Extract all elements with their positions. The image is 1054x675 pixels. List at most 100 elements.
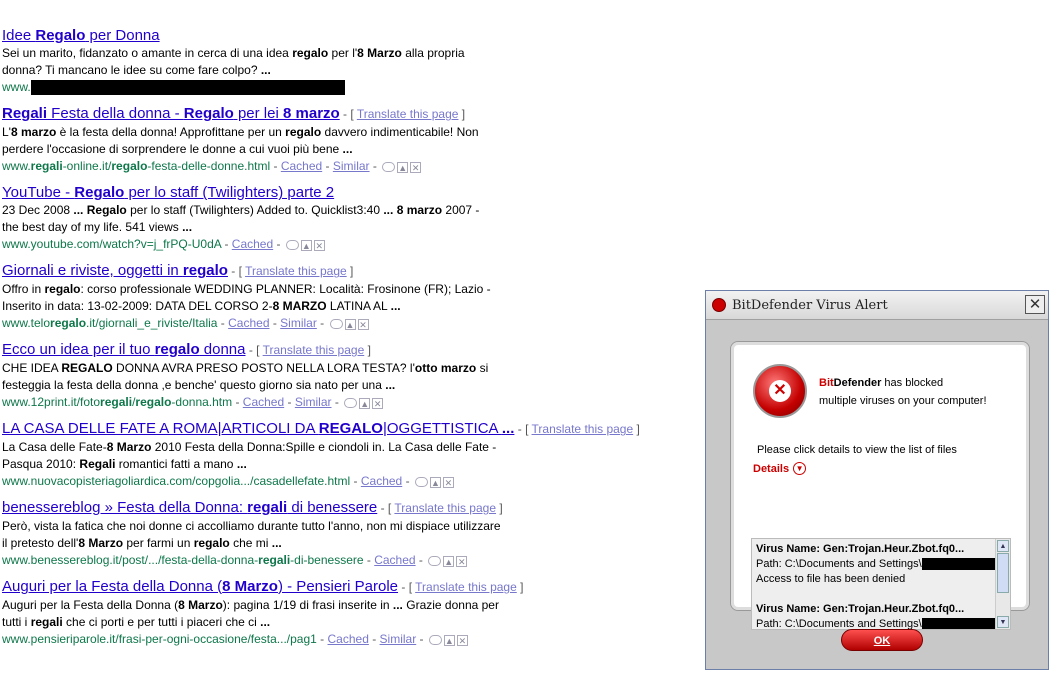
result-title-link[interactable]: Idee Regalo per Donna: [2, 27, 160, 44]
result-title-link[interactable]: benessereblog » Festa della Donna: regal…: [2, 499, 377, 516]
scroll-thumb[interactable]: [997, 553, 1009, 593]
text-run: www.telo: [2, 316, 51, 331]
promote-icon[interactable]: ▲: [359, 397, 371, 409]
comment-icon[interactable]: [329, 319, 343, 330]
text-run: Auguri per la Festa della Donna (: [2, 598, 179, 613]
result-snippet-line: Offro in regalo: corso professionale WED…: [2, 281, 702, 298]
link-cached[interactable]: Cached: [243, 395, 284, 409]
result-url: www.12print.it/fotoregali/regalo-donna.h…: [2, 395, 384, 410]
search-result: Auguri per la Festa della Donna (8 Marzo…: [2, 577, 702, 647]
search-result: Idee Regalo per Donna Sei un marito, fida…: [2, 26, 702, 96]
text-run: Festa della donna -: [47, 105, 184, 123]
text-run: -festa-delle-donne.html: [147, 159, 271, 174]
text-run: 2007 -: [442, 203, 480, 218]
link-similar[interactable]: Similar: [280, 316, 317, 330]
comment-icon[interactable]: [428, 556, 442, 567]
link-cached[interactable]: Cached: [374, 553, 415, 567]
comment-icon[interactable]: [285, 240, 299, 251]
translate-link[interactable]: Translate this page: [415, 580, 517, 594]
result-snippet-line: Sei un marito, fidanzato o amante in cer…: [2, 45, 702, 62]
link-cached[interactable]: Cached: [361, 474, 402, 488]
link-similar[interactable]: Similar: [295, 395, 332, 409]
highlight-term: regalo: [182, 262, 228, 280]
remove-icon[interactable]: ✕: [410, 161, 422, 173]
text-run: per farmi un: [123, 536, 194, 551]
link-cached[interactable]: Cached: [281, 159, 322, 173]
promote-icon[interactable]: ▲: [443, 555, 455, 567]
result-snippet-line: donna? Ti mancano le idee su come fare c…: [2, 62, 702, 79]
link-cached[interactable]: Cached: [328, 632, 369, 646]
translate-link[interactable]: Translate this page: [532, 422, 634, 436]
text-run: è la festa della donna! Approfittane per…: [56, 125, 286, 140]
text-run: davvero indimenticabile! Non: [321, 125, 479, 140]
ok-button[interactable]: OK: [841, 629, 923, 651]
comment-icon[interactable]: [414, 477, 428, 488]
promote-icon[interactable]: ▲: [429, 476, 441, 488]
result-title-link[interactable]: LA CASA DELLE FATE A ROMA|ARTICOLI DA RE…: [2, 420, 514, 437]
link-cached[interactable]: Cached: [232, 237, 273, 251]
remove-icon[interactable]: ✕: [442, 476, 454, 488]
virus-list[interactable]: Virus Name: Gen:Trojan.Heur.Zbot.fq0... …: [751, 538, 1011, 630]
comment-icon[interactable]: [428, 635, 442, 646]
highlight-term: regalo: [285, 125, 322, 140]
promote-icon[interactable]: ▲: [344, 318, 356, 330]
result-snippet-line: perdere l'occasione di sorprendere le do…: [2, 141, 702, 158]
translate-link[interactable]: Translate this page: [394, 501, 496, 515]
comment-icon[interactable]: [344, 398, 358, 409]
result-title-link[interactable]: YouTube - Regalo per lo staff (Twilighte…: [2, 184, 334, 201]
highlight-term: regalo: [292, 46, 329, 60]
text-run: Pasqua 2010:: [2, 457, 80, 472]
details-hint: Please click details to view the list of…: [757, 444, 957, 456]
text-run: www.benessereblog.it/post/.../festa-dell…: [2, 553, 259, 568]
scroll-down-icon[interactable]: ▼: [997, 616, 1009, 628]
promote-icon[interactable]: ▲: [443, 634, 455, 646]
text-run: romantici fatti a mano: [115, 457, 237, 472]
result-title-link[interactable]: Auguri per la Festa della Donna (8 Marzo…: [2, 578, 398, 595]
link-similar[interactable]: Similar: [380, 632, 417, 646]
comment-icon[interactable]: [382, 162, 396, 173]
result-snippet-line: Inserito in data: 13-02-2009: DATA DEL C…: [2, 298, 702, 315]
result-title: Idee Regalo per Donna: [2, 26, 702, 45]
text-run: Sei un marito, fidanzato o amante in cer…: [2, 46, 293, 60]
highlight-term: regalo: [44, 282, 81, 297]
highlight-term: regali: [258, 553, 291, 568]
remove-icon[interactable]: ✕: [372, 397, 384, 409]
search-result: YouTube - Regalo per lo staff (Twilighte…: [2, 183, 702, 252]
highlight-term: regalo: [135, 395, 172, 410]
promote-icon[interactable]: ▲: [300, 239, 312, 251]
remove-icon[interactable]: ✕: [456, 555, 468, 567]
remove-icon[interactable]: ✕: [357, 318, 369, 330]
search-result: Regali Festa della donna - Regalo per le…: [2, 104, 702, 174]
highlight-term: ...: [260, 63, 271, 77]
text-run: per lo staff (Twilighters) Added to. Qui…: [126, 203, 384, 218]
promote-icon[interactable]: ▲: [397, 161, 409, 173]
dialog-titlebar[interactable]: BitDefender Virus Alert: [706, 291, 1048, 320]
highlight-term: ...: [392, 598, 403, 613]
result-title-link[interactable]: Ecco un idea per il tuo regalo donna: [2, 341, 246, 358]
text-run: -donna.htm: [171, 395, 233, 410]
close-button[interactable]: ✕: [1025, 295, 1045, 314]
link-similar[interactable]: Similar: [333, 159, 370, 173]
scroll-up-icon[interactable]: ▲: [997, 540, 1009, 552]
result-title-link[interactable]: Regali Festa della donna - Regalo per le…: [2, 105, 340, 122]
highlight-term: 8 marzo: [10, 125, 57, 140]
highlight-term: REGALO: [318, 420, 383, 438]
text-run: www.: [2, 80, 31, 94]
link-cached[interactable]: Cached: [228, 316, 269, 330]
result-snippet-line: tutti i regali che ci porti e per tutti …: [2, 614, 702, 631]
list-scrollbar[interactable]: ▲ ▼: [995, 539, 1010, 629]
remove-icon[interactable]: ✕: [456, 634, 468, 646]
text-run: www.youtube.com/watch?v=j_frPQ-U0dA: [2, 237, 222, 252]
details-toggle[interactable]: Details ▼: [753, 462, 807, 475]
highlight-term: 8 Marzo: [106, 440, 152, 455]
result-title-link[interactable]: Giornali e riviste, oggetti in regalo: [2, 262, 228, 279]
translate-link[interactable]: Translate this page: [263, 343, 365, 357]
highlight-term: 8 Marzo: [78, 536, 124, 551]
remove-icon[interactable]: ✕: [313, 239, 325, 251]
text-run: LA CASA DELLE FATE A ROMA|ARTICOLI DA: [2, 420, 319, 438]
translate-link[interactable]: Translate this page: [245, 264, 347, 278]
translate-link[interactable]: Translate this page: [357, 107, 459, 121]
result-url: www.youtube.com/watch?v=j_frPQ-U0dA - Ca…: [2, 237, 325, 252]
result-url: www.: [2, 79, 702, 96]
highlight-term: Regalo: [183, 105, 234, 123]
